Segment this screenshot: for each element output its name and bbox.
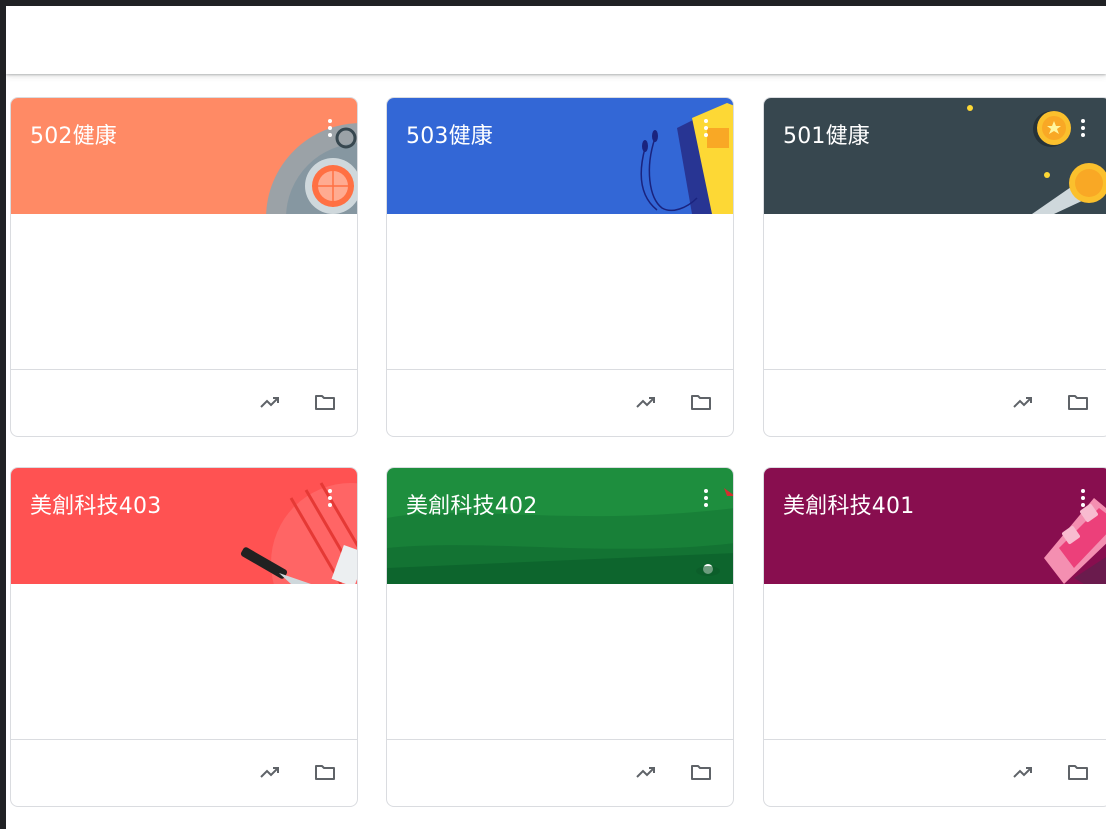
trending-up-icon[interactable] xyxy=(633,390,659,414)
class-card[interactable]: 美創科技402 xyxy=(386,467,734,807)
card-footer xyxy=(11,739,357,806)
trending-up-icon[interactable] xyxy=(257,390,283,414)
class-card[interactable]: 美創科技403 xyxy=(10,467,358,807)
card-title[interactable]: 美創科技401 xyxy=(783,488,914,520)
trending-up-icon[interactable] xyxy=(257,760,283,784)
trending-up-icon[interactable] xyxy=(633,760,659,784)
card-banner[interactable]: 503健康 xyxy=(387,98,733,214)
class-card[interactable]: 503健康 xyxy=(386,97,734,437)
banner-illustration xyxy=(11,98,357,214)
banner-illustration xyxy=(764,468,1106,584)
folder-icon[interactable] xyxy=(1065,390,1091,414)
card-banner[interactable]: 美創科技403 xyxy=(11,468,357,584)
folder-icon[interactable] xyxy=(688,390,714,414)
more-vert-icon[interactable] xyxy=(1078,489,1088,513)
card-footer xyxy=(387,739,733,806)
card-title[interactable]: 美創科技403 xyxy=(30,488,161,520)
more-vert-icon[interactable] xyxy=(701,489,711,513)
card-banner[interactable]: 美創科技401 xyxy=(764,468,1106,584)
banner-illustration xyxy=(387,98,733,214)
card-title[interactable]: 501健康 xyxy=(783,118,870,150)
banner-illustration xyxy=(387,468,733,584)
folder-icon[interactable] xyxy=(312,390,338,414)
more-vert-icon[interactable] xyxy=(325,119,335,143)
card-banner[interactable]: 501健康 xyxy=(764,98,1106,214)
folder-icon[interactable] xyxy=(312,760,338,784)
folder-icon[interactable] xyxy=(688,760,714,784)
trending-up-icon[interactable] xyxy=(1010,760,1036,784)
card-banner[interactable]: 美創科技402 xyxy=(387,468,733,584)
more-vert-icon[interactable] xyxy=(701,119,711,143)
card-footer xyxy=(11,369,357,436)
class-card[interactable]: 501健康 xyxy=(763,97,1106,437)
class-card[interactable]: 美創科技401 xyxy=(763,467,1106,807)
banner-illustration xyxy=(11,468,357,584)
card-title[interactable]: 502健康 xyxy=(30,118,117,150)
card-footer xyxy=(764,369,1106,436)
more-vert-icon[interactable] xyxy=(1078,119,1088,143)
class-card[interactable]: 502健康 xyxy=(10,97,358,437)
trending-up-icon[interactable] xyxy=(1010,390,1036,414)
card-footer xyxy=(387,369,733,436)
card-title[interactable]: 503健康 xyxy=(406,118,493,150)
more-vert-icon[interactable] xyxy=(325,489,335,513)
folder-icon[interactable] xyxy=(1065,760,1091,784)
banner-illustration xyxy=(764,98,1106,214)
card-banner[interactable]: 502健康 xyxy=(11,98,357,214)
card-title[interactable]: 美創科技402 xyxy=(406,488,537,520)
card-footer xyxy=(764,739,1106,806)
app-window: 502健康 503健康 xyxy=(6,6,1106,829)
top-app-bar xyxy=(6,6,1106,74)
